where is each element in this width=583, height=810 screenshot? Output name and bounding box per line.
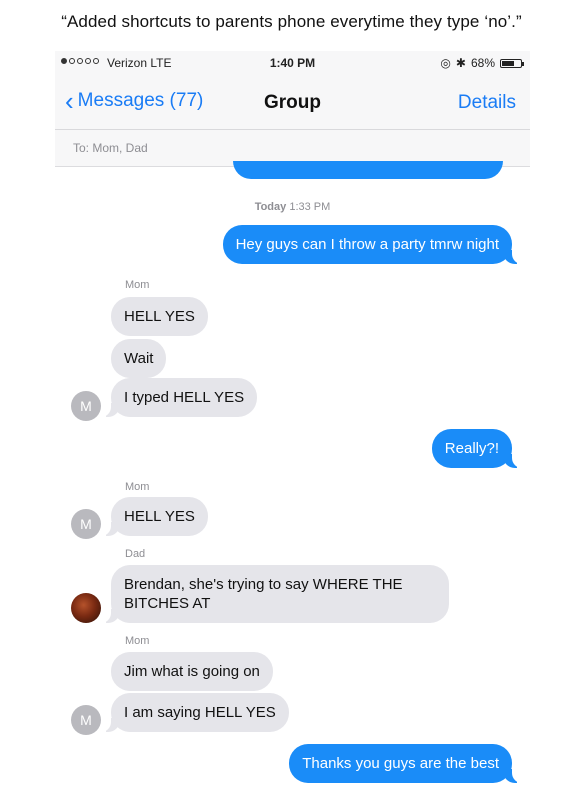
message-text: Wait (124, 350, 154, 367)
location-icon: ◎ (440, 56, 451, 70)
message-text-line: BITCHES AT (124, 595, 211, 612)
sender-label: Mom (125, 481, 150, 493)
battery-icon (500, 58, 524, 68)
message-text: Really?! (444, 440, 499, 457)
previous-message-bubble (233, 161, 503, 179)
sender-label: Mom (125, 279, 150, 291)
sender-label: Dad (125, 548, 146, 560)
conversation-timestamp: Today 1:33 PM (55, 201, 530, 213)
recipients-label: To: Mom, Dad (73, 141, 148, 155)
message-text-line: Brendan, she's trying to say WHERE THE (124, 576, 403, 593)
message-bubble-incoming[interactable]: Brendan, she's trying to say WHERE THE B… (101, 565, 449, 623)
avatar-photo[interactable] (71, 593, 101, 623)
navigation-bar: ‹ Messages (77) Group Details (55, 73, 530, 130)
details-button[interactable]: Details (458, 92, 516, 114)
sender-label: Mom (125, 635, 150, 647)
message-text: HELL YES (124, 508, 195, 525)
message-bubble-incoming[interactable]: I typed HELL YES (100, 378, 258, 417)
message-text: Thanks you guys are the best (302, 755, 499, 772)
message-bubble-incoming[interactable]: Wait (111, 339, 167, 378)
battery-level-fill (502, 60, 515, 66)
message-text: I typed HELL YES (124, 389, 245, 406)
message-bubble-outgoing[interactable]: Hey guys can I throw a party tmrw night (222, 225, 523, 264)
phone-screen: Verizon LTE 1:40 PM ◎ ✱ 68% ‹ Messages (… (55, 51, 530, 810)
status-right-group: ◎ ✱ 68% (440, 56, 524, 70)
bluetooth-icon: ✱ (455, 56, 466, 70)
message-text: Jim what is going on (124, 663, 260, 680)
timestamp-time: 1:33 PM (289, 201, 331, 213)
caption: “Added shortcuts to parents phone everyt… (61, 12, 522, 31)
message-bubble-outgoing[interactable]: Really?! (431, 429, 523, 468)
message-bubble-incoming[interactable]: HELL YES (101, 497, 208, 536)
battery-percent: 68% (470, 56, 495, 70)
timestamp-day: Today (254, 201, 287, 213)
avatar[interactable]: M (71, 391, 101, 421)
message-text: I am saying HELL YES (124, 704, 276, 721)
message-bubble-incoming[interactable]: I am saying HELL YES (101, 693, 289, 732)
message-bubble-outgoing[interactable]: Thanks you guys are the best (289, 744, 522, 783)
message-text: HELL YES (124, 308, 195, 325)
avatar[interactable]: M (71, 509, 101, 539)
message-bubble-incoming[interactable]: Jim what is going on (111, 652, 273, 691)
avatar[interactable]: M (71, 705, 101, 735)
message-bubble-incoming[interactable]: HELL YES (111, 297, 208, 336)
message-text: Hey guys can I throw a party tmrw night (235, 236, 499, 253)
status-bar: Verizon LTE 1:40 PM ◎ ✱ 68% (55, 51, 530, 73)
